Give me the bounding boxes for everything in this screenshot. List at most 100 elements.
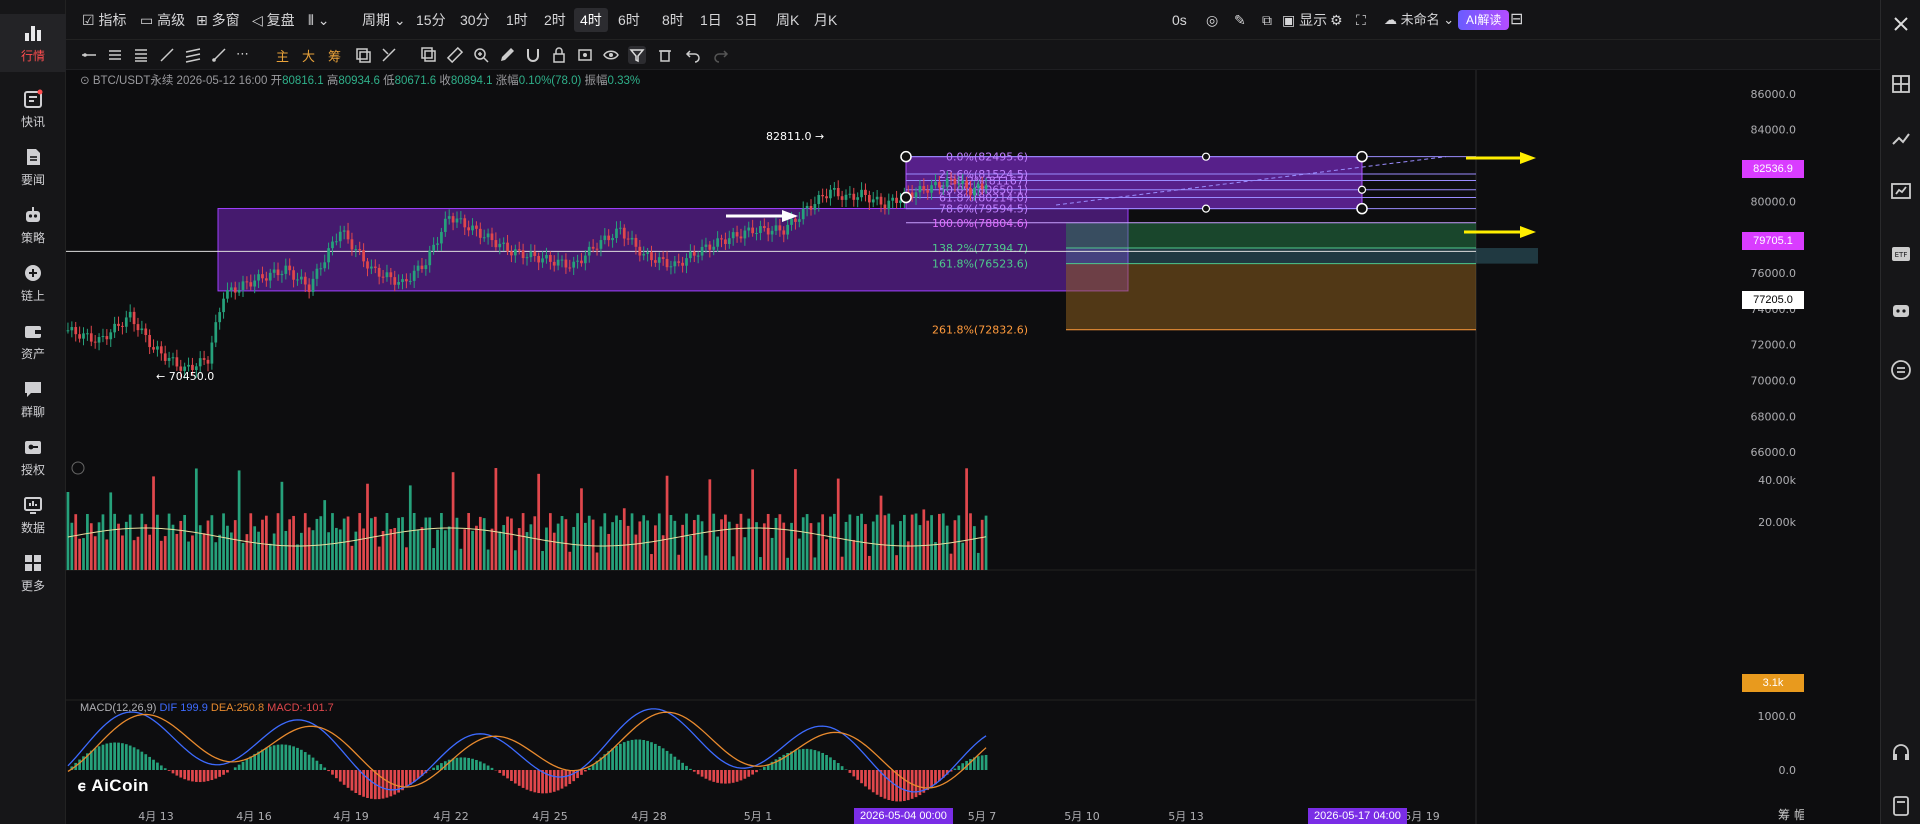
trend-up-icon[interactable]	[1889, 126, 1913, 150]
undo-icon[interactable]	[684, 46, 702, 64]
macd-bar	[194, 770, 198, 782]
replay-button[interactable]: ◁ 复盘	[252, 8, 295, 32]
measure-icon[interactable]	[380, 46, 398, 64]
collapse-icon[interactable]: ⊙	[80, 75, 90, 87]
nav-onchain[interactable]: 链上	[0, 254, 66, 312]
minimize-icon[interactable]: ⊟	[1510, 8, 1523, 32]
macd-name[interactable]: MACD(12,26,9)	[80, 702, 156, 714]
layout-name-dropdown[interactable]: ☁ 未命名 ⌄	[1384, 8, 1454, 32]
bot-icon[interactable]	[1889, 298, 1913, 322]
calculator-icon[interactable]	[1889, 794, 1913, 818]
macd-bar	[622, 742, 626, 770]
zoom-in-icon[interactable]	[472, 46, 490, 64]
macd-bar	[179, 770, 183, 778]
more-tools-icon[interactable]: ⋯	[236, 46, 249, 62]
filter-icon[interactable]	[628, 46, 646, 64]
display-button[interactable]: ▣ 显示	[1282, 8, 1327, 32]
candle-body	[517, 249, 521, 251]
volume-bar	[163, 536, 167, 570]
multi-window-button[interactable]: ⊞ 多窗	[196, 8, 240, 32]
interval-10[interactable]: 月K	[814, 8, 837, 32]
macd-bar	[914, 770, 918, 798]
volume-bar	[78, 538, 81, 570]
symbol-name[interactable]: BTC/USDT永续	[93, 75, 174, 87]
grid-icon[interactable]	[1889, 72, 1913, 96]
lock-icon[interactable]	[550, 46, 568, 64]
pen-icon[interactable]: ✎	[1234, 8, 1246, 32]
advanced-button[interactable]: ▭ 高级	[140, 8, 185, 32]
volume-bar	[440, 513, 443, 570]
brush-icon[interactable]	[498, 46, 516, 64]
main-tool[interactable]: 主	[276, 46, 289, 65]
nav-flash[interactable]: 快讯	[0, 80, 66, 138]
compare-icon[interactable]	[354, 46, 372, 64]
macd-bar	[202, 770, 206, 782]
volume-bar	[556, 523, 560, 570]
bottom-label-1[interactable]: 筹	[1778, 806, 1790, 823]
nav-more[interactable]: 更多	[0, 544, 66, 602]
candle-body	[848, 193, 852, 195]
interval-2[interactable]: 1时	[506, 8, 528, 32]
copy-icon[interactable]	[420, 46, 438, 64]
chips-tool[interactable]: 筹	[328, 46, 341, 65]
nav-assets[interactable]: 资产	[0, 312, 66, 370]
macd-bar	[906, 770, 910, 801]
horizontal-ray-icon[interactable]	[80, 46, 98, 64]
x-tick-label: 4月 19	[333, 810, 369, 823]
chart-monitor-icon[interactable]	[1889, 180, 1913, 204]
swap-icon[interactable]	[1889, 358, 1913, 382]
trend-line-icon[interactable]	[158, 46, 176, 64]
macd-bar	[144, 754, 148, 770]
volume-bar	[891, 524, 895, 570]
nav-strategy[interactable]: 策略	[0, 196, 66, 254]
parallel-lines-icon[interactable]	[132, 46, 150, 64]
nav-news[interactable]: 要闻	[0, 138, 66, 196]
interval-3[interactable]: 2时	[544, 8, 566, 32]
interval-0[interactable]: 15分	[416, 8, 446, 32]
nav-chat[interactable]: 群聊	[0, 370, 66, 428]
close-panel-icon[interactable]	[1889, 12, 1913, 36]
trash-icon[interactable]	[656, 46, 674, 64]
redo-icon[interactable]	[712, 46, 730, 64]
interval-8[interactable]: 3日	[736, 8, 758, 32]
candle-body	[914, 192, 918, 198]
volume-bar	[657, 513, 661, 570]
magnet-icon[interactable]	[524, 46, 542, 64]
volume-bar	[335, 527, 338, 570]
fullscreen-panel-icon[interactable]: ⧉	[1262, 8, 1272, 32]
etf-icon[interactable]: ETF	[1889, 242, 1913, 266]
interval-9[interactable]: 周K	[776, 8, 799, 32]
headset-icon[interactable]	[1889, 740, 1913, 764]
hide-drawings-icon[interactable]	[576, 46, 594, 64]
interval-6[interactable]: 8时	[662, 8, 684, 32]
chart-type-button[interactable]: ⫴ ⌄	[308, 8, 330, 32]
macd-bar	[727, 770, 731, 784]
candle-body	[926, 190, 930, 193]
interval-7[interactable]: 1日	[700, 8, 722, 32]
menu-lines-icon[interactable]	[106, 46, 124, 64]
expand-icon[interactable]: ⛶	[1356, 8, 1366, 32]
ai-analysis-button[interactable]: AI解读	[1458, 10, 1510, 30]
nav-market[interactable]: 行情	[0, 14, 66, 72]
macd-bar	[661, 748, 665, 770]
chart-area[interactable]: 86000.084000.082000.080000.078000.076000…	[66, 70, 1804, 824]
interval-1[interactable]: 30分	[460, 8, 490, 32]
fib-channel-icon[interactable]	[184, 46, 202, 64]
volume-bar	[82, 538, 85, 570]
ray-line-icon[interactable]	[210, 46, 228, 64]
settings-icon[interactable]: ⚙	[1330, 8, 1343, 32]
nav-data[interactable]: 数据	[0, 486, 66, 544]
large-tool[interactable]: 大	[302, 46, 315, 65]
macd-bar	[405, 770, 408, 788]
camera-icon[interactable]: ◎	[1206, 8, 1218, 32]
volume-bar	[424, 517, 428, 570]
bottom-label-2[interactable]: 帽	[1794, 806, 1804, 823]
interval-5[interactable]: 6时	[618, 8, 640, 32]
period-dropdown[interactable]: 周期 ⌄	[362, 8, 406, 32]
ruler-icon[interactable]	[446, 46, 464, 64]
indicators-button[interactable]: ☑ 指标	[82, 8, 126, 32]
candle-body	[949, 178, 953, 180]
eye-icon[interactable]	[602, 46, 620, 64]
interval-4[interactable]: 4时	[574, 8, 608, 32]
nav-auth[interactable]: 授权	[0, 428, 66, 486]
